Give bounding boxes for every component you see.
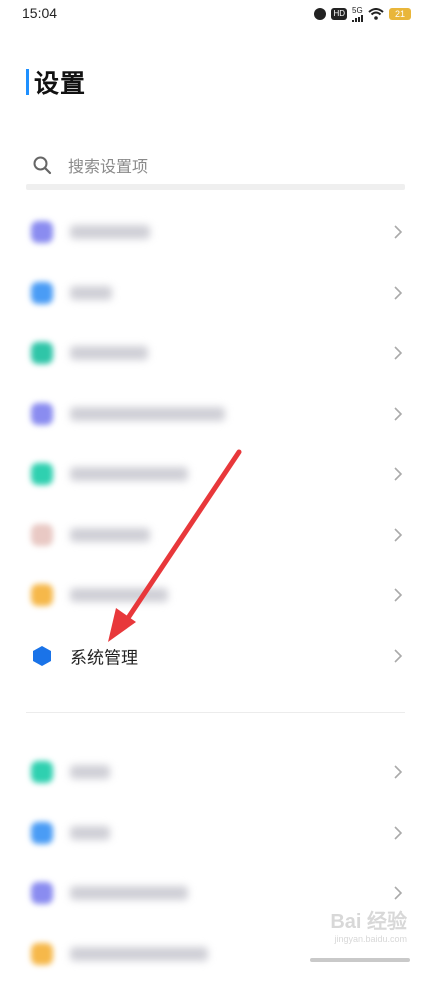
- blurred-item-icon: [31, 822, 53, 844]
- chevron-right-icon: [393, 825, 403, 841]
- blurred-item-icon: [31, 403, 53, 425]
- blurred-item-icon: [31, 342, 53, 364]
- blurred-label: [70, 286, 112, 300]
- signal-icon: 5G: [352, 7, 363, 22]
- blurred-label: [70, 588, 168, 602]
- blurred-item-icon: [31, 584, 53, 606]
- settings-item-blurred-5[interactable]: [0, 444, 433, 505]
- wifi-icon: [368, 8, 384, 20]
- blurred-item-icon: [31, 463, 53, 485]
- settings-item-blurred-3[interactable]: [0, 323, 433, 384]
- chevron-right-icon: [393, 345, 403, 361]
- chevron-right-icon: [393, 285, 403, 301]
- settings-item-blurred-7[interactable]: [0, 565, 433, 626]
- blurred-label: [70, 886, 188, 900]
- chevron-right-icon: [393, 466, 403, 482]
- page-title: 设置: [34, 64, 86, 100]
- chevron-right-icon: [393, 764, 403, 780]
- search-bar[interactable]: [26, 148, 405, 190]
- settings-item-blurred-1[interactable]: [0, 202, 433, 263]
- chevron-right-icon: [393, 885, 403, 901]
- status-bar: 15:04 HD 5G 21: [0, 0, 433, 30]
- settings-item-blurred-2[interactable]: [0, 263, 433, 324]
- settings-item-blurred-6[interactable]: [0, 505, 433, 566]
- battery-icon: 21: [389, 8, 411, 20]
- blurred-item-icon: [31, 524, 53, 546]
- hd-icon: HD: [331, 8, 347, 20]
- settings-item-blurred-4[interactable]: [0, 384, 433, 445]
- group-divider: [26, 712, 405, 713]
- blurred-label: [70, 407, 225, 421]
- chevron-right-icon: [393, 224, 403, 240]
- blurred-item-icon: [31, 761, 53, 783]
- blurred-item-icon: [31, 943, 53, 965]
- chevron-right-icon: [393, 587, 403, 603]
- blurred-label: [70, 765, 110, 779]
- search-icon: [32, 155, 52, 175]
- search-input[interactable]: [66, 153, 390, 179]
- search-underline: [26, 184, 405, 190]
- watermark-text: Bai 经验: [330, 911, 407, 933]
- chevron-right-icon: [393, 527, 403, 543]
- blurred-label: [70, 225, 150, 239]
- title-accent-bar: [26, 69, 29, 95]
- settings-item-blurred-8[interactable]: [0, 742, 433, 803]
- status-icons: HD 5G 21: [314, 6, 411, 22]
- settings-group-1: 系统管理: [0, 202, 433, 686]
- blurred-item-icon: [31, 221, 53, 243]
- chevron-right-icon: [393, 648, 403, 664]
- blurred-label: [70, 467, 188, 481]
- alarm-icon: [314, 8, 326, 20]
- blurred-item-icon: [31, 282, 53, 304]
- settings-item-system-management[interactable]: 系统管理: [0, 626, 433, 687]
- blurred-label: [70, 947, 208, 961]
- blurred-label: [70, 528, 150, 542]
- blurred-label: [70, 346, 148, 360]
- blurred-item-icon: [31, 882, 53, 904]
- settings-item-blurred-9[interactable]: [0, 803, 433, 864]
- network-type: 5G: [352, 7, 363, 15]
- settings-group-2: [0, 742, 433, 984]
- baidu-watermark: Bai 经验 jingyan.baidu.com: [330, 905, 407, 944]
- settings-item-label: 系统管理: [70, 643, 138, 668]
- page-header: 设置: [26, 66, 86, 98]
- watermark-sub: jingyan.baidu.com: [330, 934, 407, 944]
- blurred-label: [70, 826, 110, 840]
- status-time: 15:04: [22, 5, 57, 21]
- home-indicator[interactable]: [310, 958, 410, 962]
- chevron-right-icon: [393, 406, 403, 422]
- hexagon-icon: [31, 645, 53, 667]
